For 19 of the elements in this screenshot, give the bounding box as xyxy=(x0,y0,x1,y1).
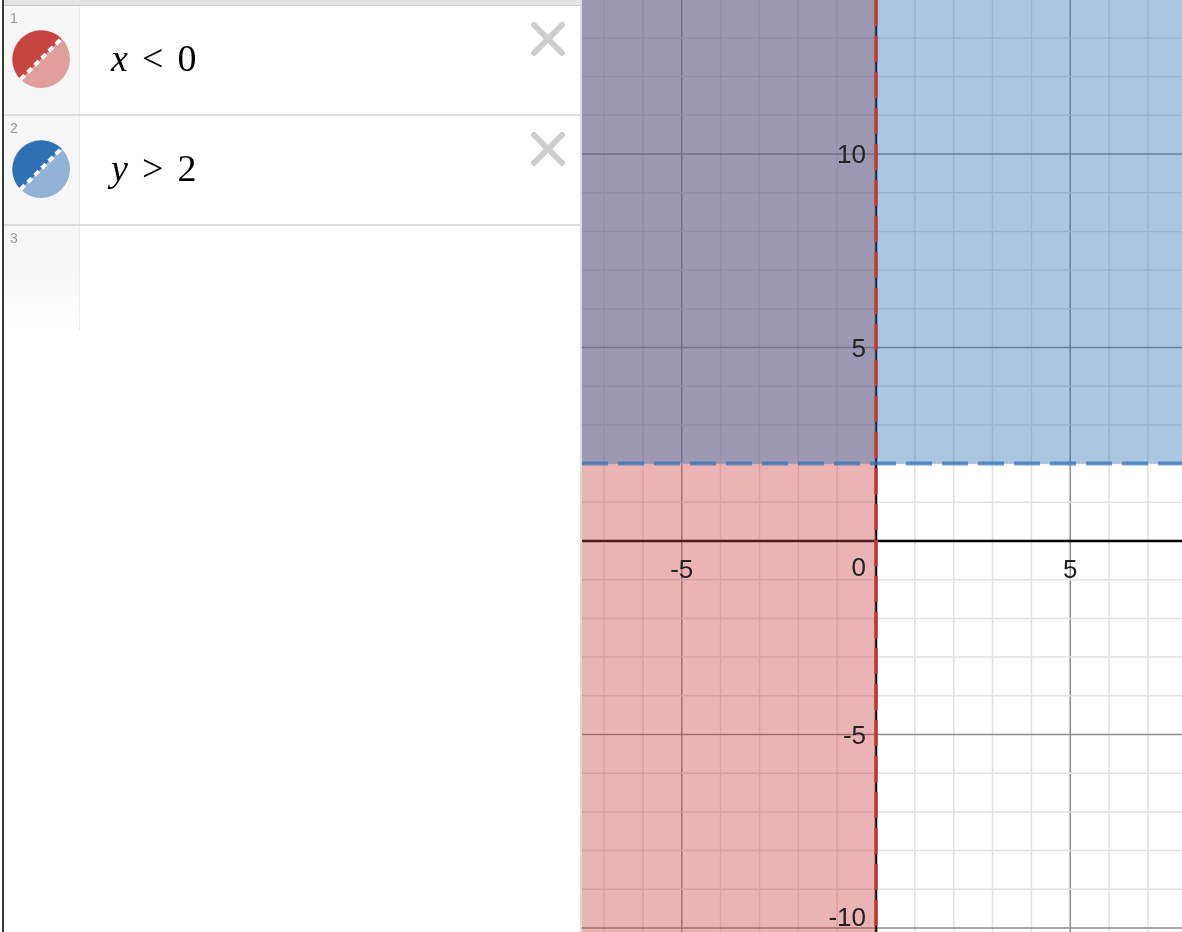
axis-tick-label: 5 xyxy=(851,332,866,363)
close-icon xyxy=(530,131,566,167)
delete-button[interactable] xyxy=(530,21,566,57)
axis-tick-label: -10 xyxy=(828,902,866,932)
split-circle-icon[interactable] xyxy=(12,30,70,88)
expression-input[interactable]: x < 0 xyxy=(80,6,530,114)
row-number: 3 xyxy=(10,231,18,245)
row-number: 2 xyxy=(10,121,18,135)
axis-tick-label: 5 xyxy=(1063,554,1078,584)
axis-tick-label: 0 xyxy=(851,552,866,582)
graph-area[interactable]: -5 0 5 10 5 -5 -10 xyxy=(582,0,1182,932)
expression-input[interactable]: y > 2 xyxy=(80,116,530,224)
axis-tick-label: -5 xyxy=(842,719,866,750)
delete-button[interactable] xyxy=(530,131,566,167)
close-icon xyxy=(530,21,566,57)
split-circle-icon[interactable] xyxy=(12,140,70,198)
row-number: 1 xyxy=(10,11,18,25)
axis-tick-label: -5 xyxy=(670,554,694,584)
axis-tick-label: 10 xyxy=(837,139,866,169)
